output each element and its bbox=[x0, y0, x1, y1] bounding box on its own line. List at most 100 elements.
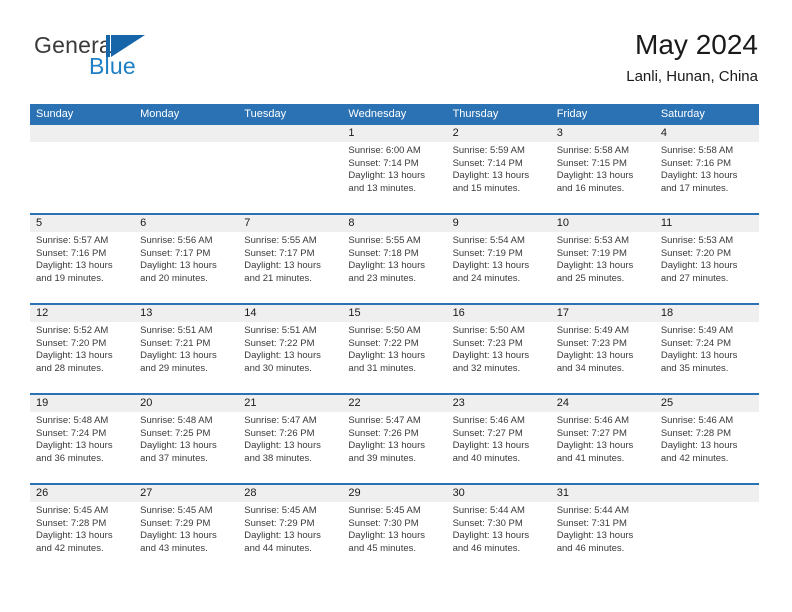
day-cell[interactable]: Sunrise: 5:50 AM Sunset: 7:23 PM Daylight:… bbox=[447, 322, 551, 393]
day-number[interactable]: 27 bbox=[134, 485, 238, 502]
day-cell[interactable]: Sunrise: 5:49 AM Sunset: 7:23 PM Daylight:… bbox=[551, 322, 655, 393]
day-number[interactable]: 1 bbox=[342, 125, 446, 142]
day-number[interactable]: 16 bbox=[447, 305, 551, 322]
day-number[interactable]: 18 bbox=[655, 305, 759, 322]
day-cell[interactable]: Sunrise: 5:58 AM Sunset: 7:16 PM Daylight:… bbox=[655, 142, 759, 213]
day-number[interactable]: 9 bbox=[447, 215, 551, 232]
day-cell[interactable]: Sunrise: 5:57 AM Sunset: 7:16 PM Daylight:… bbox=[30, 232, 134, 303]
day-number[interactable]: 3 bbox=[551, 125, 655, 142]
day-number[interactable]: 10 bbox=[551, 215, 655, 232]
day-detail-line: Daylight: 13 hours bbox=[348, 260, 425, 272]
day-number[interactable]: 8 bbox=[342, 215, 446, 232]
day-cell[interactable]: Sunrise: 5:46 AM Sunset: 7:27 PM Daylight:… bbox=[447, 412, 551, 483]
day-number[interactable]: 11 bbox=[655, 215, 759, 232]
day-number[interactable]: 14 bbox=[238, 305, 342, 322]
day-number[interactable]: 21 bbox=[238, 395, 342, 412]
day-number[interactable]: 22 bbox=[342, 395, 446, 412]
day-cell[interactable]: Sunrise: 6:00 AM Sunset: 7:14 PM Daylight:… bbox=[342, 142, 446, 213]
day-cell[interactable]: Sunrise: 5:47 AM Sunset: 7:26 PM Daylight:… bbox=[238, 412, 342, 483]
day-detail-line: and 35 minutes. bbox=[660, 362, 729, 374]
day-detail-line: Daylight: 13 hours bbox=[36, 350, 113, 362]
day-cell[interactable]: Sunrise: 5:44 AM Sunset: 7:30 PM Daylight:… bbox=[447, 502, 551, 573]
day-detail-line: Sunset: 7:23 PM bbox=[452, 337, 523, 349]
day-cell[interactable]: Sunrise: 5:51 AM Sunset: 7:21 PM Daylight:… bbox=[134, 322, 238, 393]
week-detail-band: Sunrise: 5:48 AM Sunset: 7:24 PM Daylight:… bbox=[30, 412, 759, 483]
day-number[interactable]: 2 bbox=[447, 125, 551, 142]
week-day-number-band: 5 6 7 8 9 10 11 bbox=[30, 215, 759, 232]
day-cell[interactable]: Sunrise: 5:47 AM Sunset: 7:26 PM Daylight:… bbox=[342, 412, 446, 483]
day-cell[interactable]: Sunrise: 5:50 AM Sunset: 7:22 PM Daylight:… bbox=[342, 322, 446, 393]
day-detail-line: and 41 minutes. bbox=[556, 452, 625, 464]
day-cell[interactable]: Sunrise: 5:46 AM Sunset: 7:28 PM Daylight:… bbox=[655, 412, 759, 483]
day-detail-line: Sunset: 7:29 PM bbox=[140, 517, 211, 529]
day-detail-line: Sunset: 7:23 PM bbox=[556, 337, 627, 349]
day-detail-line: Sunrise: 5:50 AM bbox=[348, 325, 421, 336]
day-cell[interactable]: Sunrise: 5:44 AM Sunset: 7:31 PM Daylight:… bbox=[551, 502, 655, 573]
day-detail-line: Sunset: 7:16 PM bbox=[660, 157, 732, 169]
day-number[interactable]: 13 bbox=[134, 305, 238, 322]
day-cell[interactable]: Sunrise: 5:48 AM Sunset: 7:25 PM Daylight:… bbox=[134, 412, 238, 483]
day-number[interactable]: 28 bbox=[238, 485, 342, 502]
day-cell[interactable]: Sunrise: 5:45 AM Sunset: 7:30 PM Daylight:… bbox=[342, 502, 446, 573]
day-cell[interactable]: Sunrise: 5:55 AM Sunset: 7:18 PM Daylight:… bbox=[342, 232, 446, 303]
day-detail-line: and 43 minutes. bbox=[140, 542, 208, 554]
day-detail-line: and 25 minutes. bbox=[556, 272, 625, 284]
day-detail-line: Sunset: 7:24 PM bbox=[660, 337, 732, 349]
day-cell[interactable]: Sunrise: 5:53 AM Sunset: 7:20 PM Daylight:… bbox=[655, 232, 759, 303]
day-number[interactable]: 6 bbox=[134, 215, 238, 232]
day-header-tuesday: Tuesday bbox=[244, 108, 287, 120]
day-detail-line: Sunset: 7:31 PM bbox=[556, 517, 627, 529]
day-number[interactable]: 5 bbox=[30, 215, 134, 232]
day-number[interactable]: 17 bbox=[551, 305, 655, 322]
day-detail-line: Sunset: 7:28 PM bbox=[660, 427, 732, 439]
day-number[interactable]: 15 bbox=[342, 305, 446, 322]
day-number[interactable]: 7 bbox=[238, 215, 342, 232]
day-number[interactable]: 19 bbox=[30, 395, 134, 412]
day-cell[interactable]: Sunrise: 5:45 AM Sunset: 7:28 PM Daylight:… bbox=[30, 502, 134, 573]
day-detail-line: Daylight: 13 hours bbox=[244, 350, 321, 362]
day-detail-line: Sunrise: 5:50 AM bbox=[452, 325, 525, 336]
day-detail-line: Sunset: 7:24 PM bbox=[36, 427, 107, 439]
week-day-number-band: 12 13 14 15 16 17 18 bbox=[30, 305, 759, 322]
day-cell[interactable]: Sunrise: 5:56 AM Sunset: 7:17 PM Daylight:… bbox=[134, 232, 238, 303]
day-number[interactable]: 20 bbox=[134, 395, 238, 412]
day-detail-line: Daylight: 13 hours bbox=[556, 440, 634, 452]
day-detail-line: Daylight: 13 hours bbox=[244, 440, 321, 452]
day-cell[interactable]: Sunrise: 5:46 AM Sunset: 7:27 PM Daylight:… bbox=[551, 412, 655, 483]
day-detail-line: and 46 minutes. bbox=[452, 542, 521, 554]
day-cell[interactable]: Sunrise: 5:45 AM Sunset: 7:29 PM Daylight:… bbox=[134, 502, 238, 573]
day-cell[interactable]: Sunrise: 5:51 AM Sunset: 7:22 PM Daylight:… bbox=[238, 322, 342, 393]
day-detail-line: and 17 minutes. bbox=[660, 182, 729, 194]
day-cell[interactable]: Sunrise: 5:55 AM Sunset: 7:17 PM Daylight:… bbox=[238, 232, 342, 303]
day-detail-line: and 13 minutes. bbox=[348, 182, 417, 194]
day-cell[interactable]: Sunrise: 5:58 AM Sunset: 7:15 PM Daylight:… bbox=[551, 142, 655, 213]
day-number[interactable]: 12 bbox=[30, 305, 134, 322]
day-cell[interactable]: Sunrise: 5:59 AM Sunset: 7:14 PM Daylight:… bbox=[447, 142, 551, 213]
day-number[interactable]: 31 bbox=[551, 485, 655, 502]
day-detail-line: Sunset: 7:19 PM bbox=[556, 247, 627, 259]
day-number[interactable]: 25 bbox=[655, 395, 759, 412]
day-detail-line: Sunset: 7:27 PM bbox=[556, 427, 627, 439]
day-detail-line: and 21 minutes. bbox=[244, 272, 312, 284]
day-number[interactable]: 30 bbox=[447, 485, 551, 502]
week-day-number-band: 1234 bbox=[30, 125, 759, 142]
day-cell[interactable]: Sunrise: 5:52 AM Sunset: 7:20 PM Daylight:… bbox=[30, 322, 134, 393]
general-blue-logo[interactable]: General Blue bbox=[34, 32, 234, 92]
day-number-empty bbox=[655, 485, 759, 502]
day-detail-line: and 42 minutes. bbox=[36, 542, 104, 554]
day-detail-line: Daylight: 13 hours bbox=[452, 530, 530, 542]
day-detail-line: Daylight: 13 hours bbox=[660, 440, 738, 452]
day-cell[interactable]: Sunrise: 5:48 AM Sunset: 7:24 PM Daylight:… bbox=[30, 412, 134, 483]
day-number[interactable]: 26 bbox=[30, 485, 134, 502]
week-detail-band: Sunrise: 5:52 AM Sunset: 7:20 PM Daylight:… bbox=[30, 322, 759, 393]
day-number[interactable]: 29 bbox=[342, 485, 446, 502]
day-cell[interactable]: Sunrise: 5:45 AM Sunset: 7:29 PM Daylight:… bbox=[238, 502, 342, 573]
day-number[interactable]: 24 bbox=[551, 395, 655, 412]
day-number[interactable]: 23 bbox=[447, 395, 551, 412]
day-cell[interactable]: Sunrise: 5:53 AM Sunset: 7:19 PM Daylight:… bbox=[551, 232, 655, 303]
day-detail-line: Daylight: 13 hours bbox=[452, 350, 530, 362]
day-cell[interactable]: Sunrise: 5:54 AM Sunset: 7:19 PM Daylight:… bbox=[447, 232, 551, 303]
day-number[interactable]: 4 bbox=[655, 125, 759, 142]
day-cell[interactable]: Sunrise: 5:49 AM Sunset: 7:24 PM Daylight:… bbox=[655, 322, 759, 393]
day-detail-line: Daylight: 13 hours bbox=[348, 440, 425, 452]
